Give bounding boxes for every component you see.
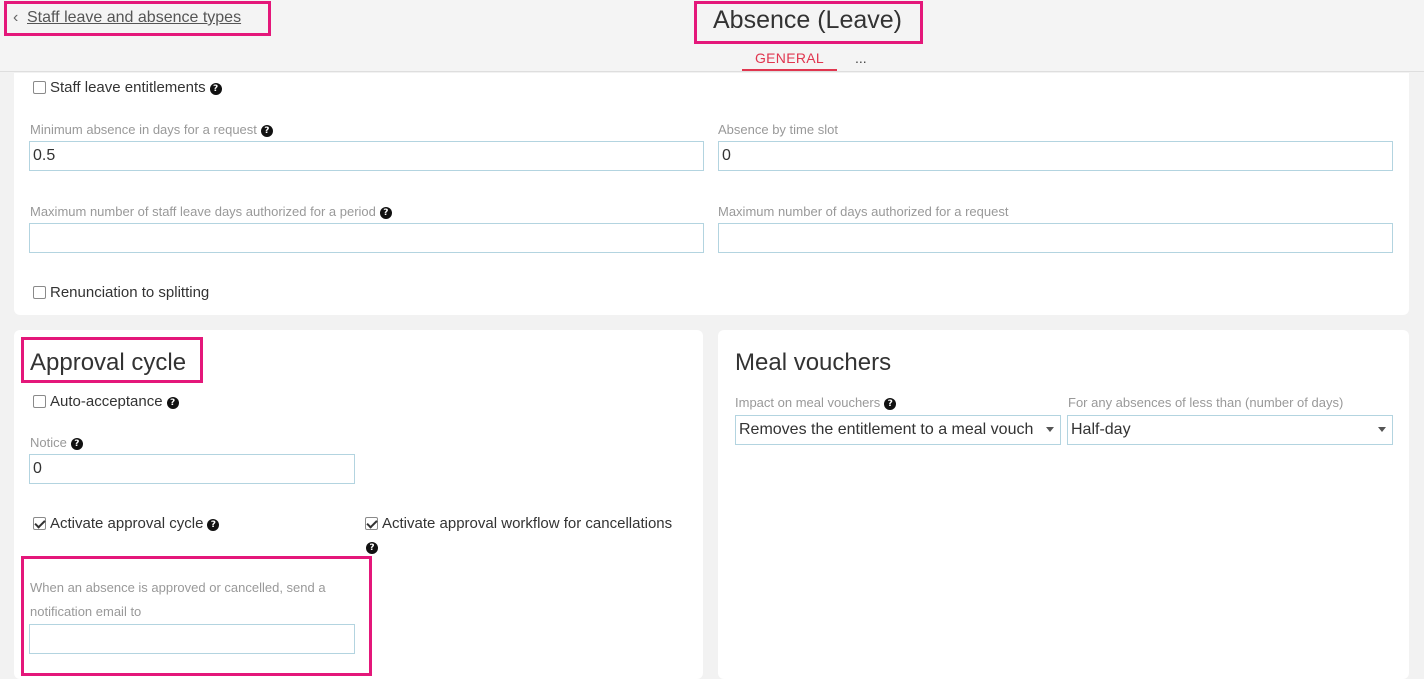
impact-meal-vouchers-label: Impact on meal vouchers? [735, 395, 897, 410]
meal-vouchers-panel [718, 330, 1409, 679]
less-than-days-value: Half-day [1071, 421, 1131, 438]
tab-more[interactable]: ... [855, 50, 867, 66]
general-settings-panel [14, 73, 1409, 315]
auto-acceptance-checkbox[interactable] [33, 395, 46, 408]
chevron-left-icon: ‹ [13, 9, 19, 26]
notify-email-input[interactable] [29, 624, 355, 654]
help-icon[interactable]: ? [366, 542, 378, 554]
help-icon[interactable]: ? [884, 398, 897, 410]
absence-by-time-slot-label: Absence by time slot [718, 122, 838, 137]
staff-leave-entitlements-label: Staff leave entitlements? [50, 79, 222, 96]
approval-cycle-title: Approval cycle [30, 349, 187, 376]
help-icon[interactable]: ? [166, 397, 179, 409]
help-icon[interactable]: ? [207, 519, 220, 531]
activate-cancellations-checkbox[interactable] [365, 517, 378, 530]
staff-leave-entitlements-checkbox[interactable] [33, 81, 46, 94]
renunciation-splitting-label: Renunciation to splitting [50, 284, 210, 301]
min-absence-label: Minimum absence in days for a request? [30, 122, 273, 137]
meal-vouchers-title: Meal vouchers [735, 349, 892, 376]
page-title: Absence (Leave) [694, 1, 923, 44]
help-icon[interactable]: ? [209, 83, 222, 95]
caret-down-icon [1378, 427, 1386, 432]
max-days-request-label: Maximum number of days authorized for a … [718, 204, 1009, 219]
auto-acceptance-label: Auto-acceptance? [50, 393, 179, 410]
back-link-label[interactable]: Staff leave and absence types [27, 9, 241, 26]
help-icon[interactable]: ? [379, 207, 392, 219]
tab-general[interactable]: GENERAL [742, 48, 837, 71]
help-icon[interactable]: ? [260, 125, 273, 137]
notify-email-label: When an absence is approved or cancelled… [30, 580, 326, 619]
less-than-days-label: For any absences of less than (number of… [1068, 395, 1344, 410]
notice-input[interactable]: 0 [29, 454, 355, 484]
min-absence-input[interactable]: 0.5 [29, 141, 704, 171]
caret-down-icon [1046, 427, 1054, 432]
notice-label: Notice? [30, 435, 83, 450]
renunciation-splitting-checkbox[interactable] [33, 286, 46, 299]
top-bar: ‹ Staff leave and absence types Absence (… [0, 0, 1424, 72]
activate-approval-cycle-checkbox[interactable] [33, 517, 46, 530]
impact-meal-vouchers-value: Removes the entitlement to a meal vouch [739, 421, 1034, 438]
impact-meal-vouchers-select[interactable]: Removes the entitlement to a meal vouch [735, 415, 1061, 445]
activate-approval-cycle-label: Activate approval cycle? [50, 515, 220, 532]
max-staff-leave-days-input[interactable] [29, 223, 704, 253]
less-than-days-select[interactable]: Half-day [1067, 415, 1393, 445]
back-link[interactable]: ‹ Staff leave and absence types [4, 1, 271, 36]
max-staff-leave-days-label: Maximum number of staff leave days autho… [30, 204, 392, 219]
help-icon[interactable]: ? [70, 438, 83, 450]
max-days-request-input[interactable] [718, 223, 1393, 253]
absence-by-time-slot-input[interactable]: 0 [718, 141, 1393, 171]
activate-cancellations-label: Activate approval workflow for cancellat… [382, 515, 673, 532]
